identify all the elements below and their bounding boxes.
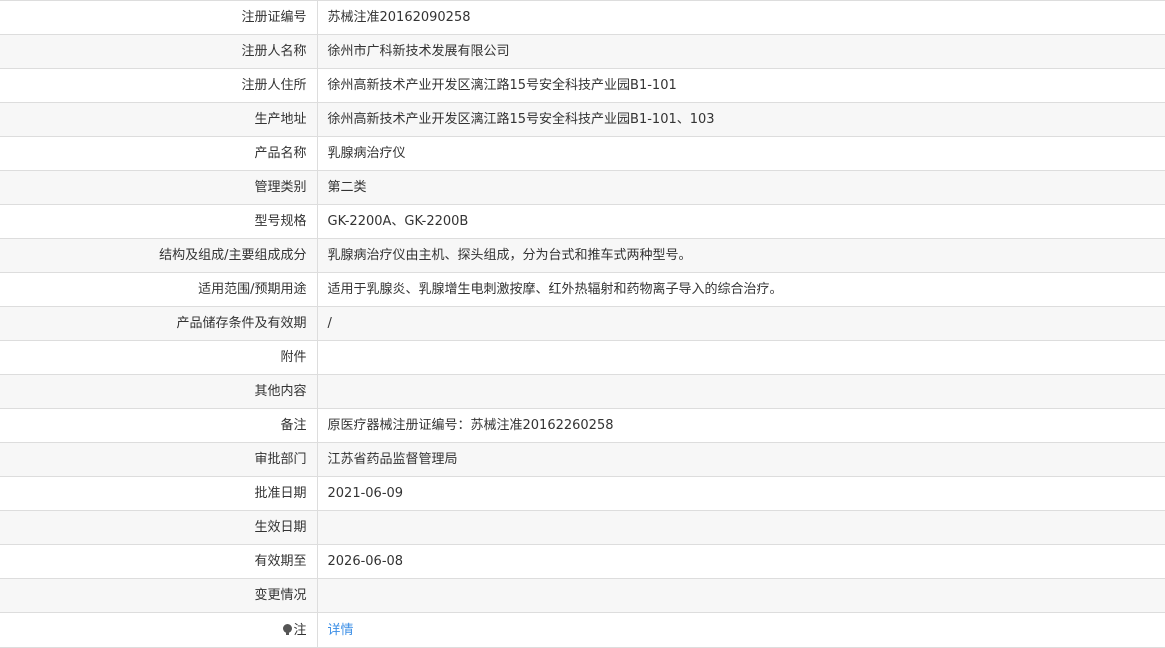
row-product-name: 产品名称 乳腺病治疗仪	[0, 136, 1165, 171]
field-value: 江苏省药品监督管理局	[317, 442, 1165, 477]
field-label: 备注	[0, 408, 318, 443]
field-value: 苏械注准20162090258	[317, 0, 1165, 35]
field-label: 变更情况	[0, 578, 318, 613]
field-value: GK-2200A、GK-2200B	[317, 204, 1165, 239]
field-value: 徐州市广科新技术发展有限公司	[317, 34, 1165, 69]
row-management-category: 管理类别 第二类	[0, 170, 1165, 205]
row-other-content: 其他内容	[0, 374, 1165, 409]
field-value: 徐州高新技术产业开发区漓江路15号安全科技产业园B1-101	[317, 68, 1165, 103]
field-value	[317, 578, 1165, 613]
field-label: 结构及组成/主要组成成分	[0, 238, 318, 273]
field-label: 注册人住所	[0, 68, 318, 103]
note-label: 注	[293, 622, 307, 638]
field-label: 注册人名称	[0, 34, 318, 69]
row-attachments: 附件	[0, 340, 1165, 375]
row-note: 注 详情	[0, 612, 1165, 648]
field-label: 审批部门	[0, 442, 318, 477]
row-remarks: 备注 原医疗器械注册证编号：苏械注准20162260258	[0, 408, 1165, 443]
field-label: 产品储存条件及有效期	[0, 306, 318, 341]
field-value: 2026-06-08	[317, 544, 1165, 579]
bulb-icon	[283, 623, 293, 635]
field-label: 适用范围/预期用途	[0, 272, 318, 307]
field-label: 生产地址	[0, 102, 318, 137]
field-label: 管理类别	[0, 170, 318, 205]
row-storage-validity: 产品储存条件及有效期 /	[0, 306, 1165, 341]
field-label: 其他内容	[0, 374, 318, 409]
field-value: 徐州高新技术产业开发区漓江路15号安全科技产业园B1-101、103	[317, 102, 1165, 137]
row-change-status: 变更情况	[0, 578, 1165, 613]
row-registrant-address: 注册人住所 徐州高新技术产业开发区漓江路15号安全科技产业园B1-101	[0, 68, 1165, 103]
row-effective-date: 生效日期	[0, 510, 1165, 545]
registration-detail-table: 注册证编号 苏械注准20162090258 注册人名称 徐州市广科新技术发展有限…	[0, 0, 1165, 648]
field-value: 2021-06-09	[317, 476, 1165, 511]
field-value	[317, 510, 1165, 545]
field-label: 有效期至	[0, 544, 318, 579]
field-label: 产品名称	[0, 136, 318, 171]
row-structure-composition: 结构及组成/主要组成成分 乳腺病治疗仪由主机、探头组成，分为台式和推车式两种型号…	[0, 238, 1165, 273]
row-registration-number: 注册证编号 苏械注准20162090258	[0, 0, 1165, 35]
field-value: 第二类	[317, 170, 1165, 205]
row-registrant-name: 注册人名称 徐州市广科新技术发展有限公司	[0, 34, 1165, 69]
field-value	[317, 374, 1165, 409]
row-approval-date: 批准日期 2021-06-09	[0, 476, 1165, 511]
note-label-cell: 注	[0, 612, 318, 648]
details-link[interactable]: 详情	[328, 623, 354, 638]
field-value: 乳腺病治疗仪	[317, 136, 1165, 171]
field-label: 生效日期	[0, 510, 318, 545]
note-value-cell: 详情	[317, 612, 1165, 648]
field-value: 乳腺病治疗仪由主机、探头组成，分为台式和推车式两种型号。	[317, 238, 1165, 273]
row-intended-use: 适用范围/预期用途 适用于乳腺炎、乳腺增生电刺激按摩、红外热辐射和药物离子导入的…	[0, 272, 1165, 307]
row-model-spec: 型号规格 GK-2200A、GK-2200B	[0, 204, 1165, 239]
field-value: /	[317, 306, 1165, 341]
row-production-address: 生产地址 徐州高新技术产业开发区漓江路15号安全科技产业园B1-101、103	[0, 102, 1165, 137]
field-label: 批准日期	[0, 476, 318, 511]
row-approval-department: 审批部门 江苏省药品监督管理局	[0, 442, 1165, 477]
field-value	[317, 340, 1165, 375]
field-label: 附件	[0, 340, 318, 375]
field-value: 原医疗器械注册证编号：苏械注准20162260258	[317, 408, 1165, 443]
field-label: 注册证编号	[0, 0, 318, 35]
field-value: 适用于乳腺炎、乳腺增生电刺激按摩、红外热辐射和药物离子导入的综合治疗。	[317, 272, 1165, 307]
row-valid-until: 有效期至 2026-06-08	[0, 544, 1165, 579]
field-label: 型号规格	[0, 204, 318, 239]
